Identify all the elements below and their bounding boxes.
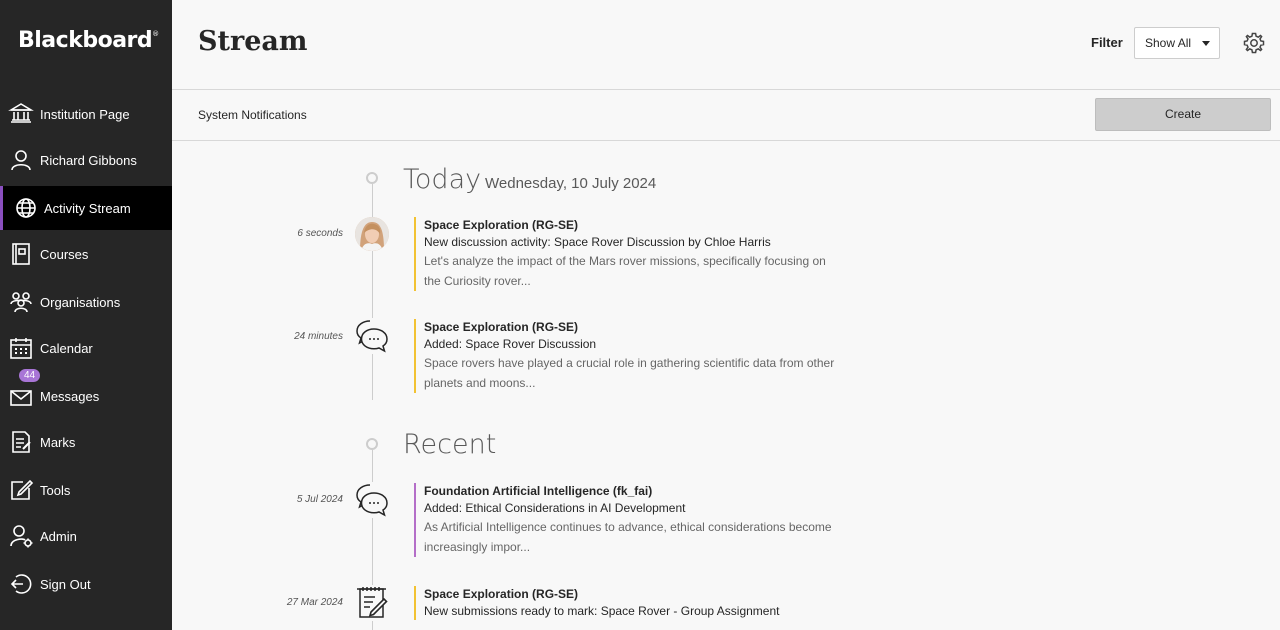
course-name[interactable]: Space Exploration (RG-SE) — [424, 319, 844, 336]
calendar-icon — [8, 335, 34, 361]
filter-select[interactable]: Show All — [1134, 27, 1220, 59]
filter-label: Filter — [1091, 35, 1123, 50]
section-title-recent: Recent — [403, 429, 497, 460]
timeline-dot — [366, 172, 378, 184]
sidebar-item-label: Institution Page — [40, 106, 130, 122]
sidebar-item-label: Courses — [40, 246, 89, 262]
section-title-today: Today — [403, 164, 482, 195]
event-time: 27 Mar 2024 — [286, 597, 343, 608]
sidebar-item-sign-out[interactable]: Sign Out — [0, 562, 172, 606]
globe-icon — [13, 195, 39, 221]
course-name[interactable]: Space Exploration (RG-SE) — [424, 217, 844, 234]
event-headline[interactable]: New submissions ready to mark: Space Rov… — [424, 603, 779, 620]
stream-card[interactable]: Foundation Artificial Intelligence (fk_f… — [414, 483, 844, 557]
event-excerpt: As Artificial Intelligence continues to … — [424, 520, 832, 554]
event-headline[interactable]: Added: Ethical Considerations in AI Deve… — [424, 500, 844, 517]
chevron-down-icon — [1202, 41, 1210, 46]
course-name[interactable]: Space Exploration (RG-SE) — [424, 586, 779, 603]
discussion-icon — [354, 482, 390, 518]
sidebar-item-organisations[interactable]: Organisations — [0, 280, 172, 324]
section-date: Wednesday, 10 July 2024 — [485, 175, 657, 192]
event-time: 6 seconds — [297, 228, 343, 239]
sidebar-item-label: Sign Out — [40, 576, 91, 592]
sidebar-item-messages[interactable]: 44 Messages — [0, 368, 172, 418]
user-icon — [8, 147, 34, 173]
sidebar-item-label: Richard Gibbons — [40, 152, 137, 168]
sidebar-item-marks[interactable]: Marks — [0, 420, 172, 464]
gear-icon[interactable] — [1242, 31, 1266, 55]
sidebar-item-label: Activity Stream — [44, 200, 131, 216]
envelope-icon — [8, 383, 34, 409]
marks-icon — [8, 429, 34, 455]
sidebar-item-label: Admin — [40, 528, 77, 544]
sidebar-item-label: Marks — [40, 434, 76, 450]
page-header: Stream Filter Show All — [172, 0, 1280, 90]
assignment-icon — [354, 585, 390, 621]
admin-icon — [8, 523, 34, 549]
sidebar-item-label: Tools — [40, 482, 71, 498]
notifications-bar: System Notifications Create — [172, 90, 1280, 141]
stream-card[interactable]: Space Exploration (RG-SE) New submission… — [414, 586, 779, 620]
blackboard-logo[interactable]: Blackboard® — [18, 28, 159, 53]
event-headline[interactable]: New discussion activity: Space Rover Dis… — [424, 234, 844, 251]
sidebar-item-label: Messages — [40, 388, 100, 404]
stream-card[interactable]: Space Exploration (RG-SE) New discussion… — [414, 217, 844, 291]
sign-out-icon — [8, 571, 34, 597]
tools-icon — [8, 477, 34, 503]
avatar[interactable] — [355, 217, 389, 251]
event-time: 5 Jul 2024 — [296, 494, 343, 505]
timeline-dot — [366, 438, 378, 450]
create-button[interactable]: Create — [1095, 98, 1271, 131]
sidebar-item-label: Organisations — [40, 294, 121, 310]
messages-count-badge: 44 — [18, 368, 42, 383]
sidebar-item-richard-gibbons[interactable]: Richard Gibbons — [0, 138, 172, 182]
sidebar-item-admin[interactable]: Admin — [0, 514, 172, 558]
institution-icon — [8, 101, 34, 127]
discussion-icon — [354, 318, 390, 354]
sidebar-item-activity-stream[interactable]: Activity Stream — [0, 186, 172, 230]
courses-icon — [8, 241, 34, 267]
stream-card[interactable]: Space Exploration (RG-SE) Added: Space R… — [414, 319, 844, 393]
system-notifications-label: System Notifications — [198, 108, 307, 122]
event-time: 24 minutes — [294, 331, 343, 342]
filter-selected-value: Show All — [1145, 36, 1192, 50]
sidebar-item-courses[interactable]: Courses — [0, 232, 172, 276]
organisations-icon — [8, 289, 34, 315]
sidebar-item-label: Calendar — [40, 340, 93, 356]
event-excerpt: Space rovers have played a crucial role … — [424, 356, 835, 390]
event-excerpt: Let's analyze the impact of the Mars rov… — [424, 254, 826, 288]
event-headline[interactable]: Added: Space Rover Discussion — [424, 336, 844, 353]
sidebar-item-tools[interactable]: Tools — [0, 468, 172, 512]
page-title: Stream — [198, 26, 308, 57]
sidebar-item-institution-page[interactable]: Institution Page — [0, 92, 172, 136]
sidebar: Blackboard® Institution Page Richard Gib… — [0, 0, 172, 630]
sidebar-item-calendar[interactable]: Calendar — [0, 326, 172, 370]
course-name[interactable]: Foundation Artificial Intelligence (fk_f… — [424, 483, 844, 500]
